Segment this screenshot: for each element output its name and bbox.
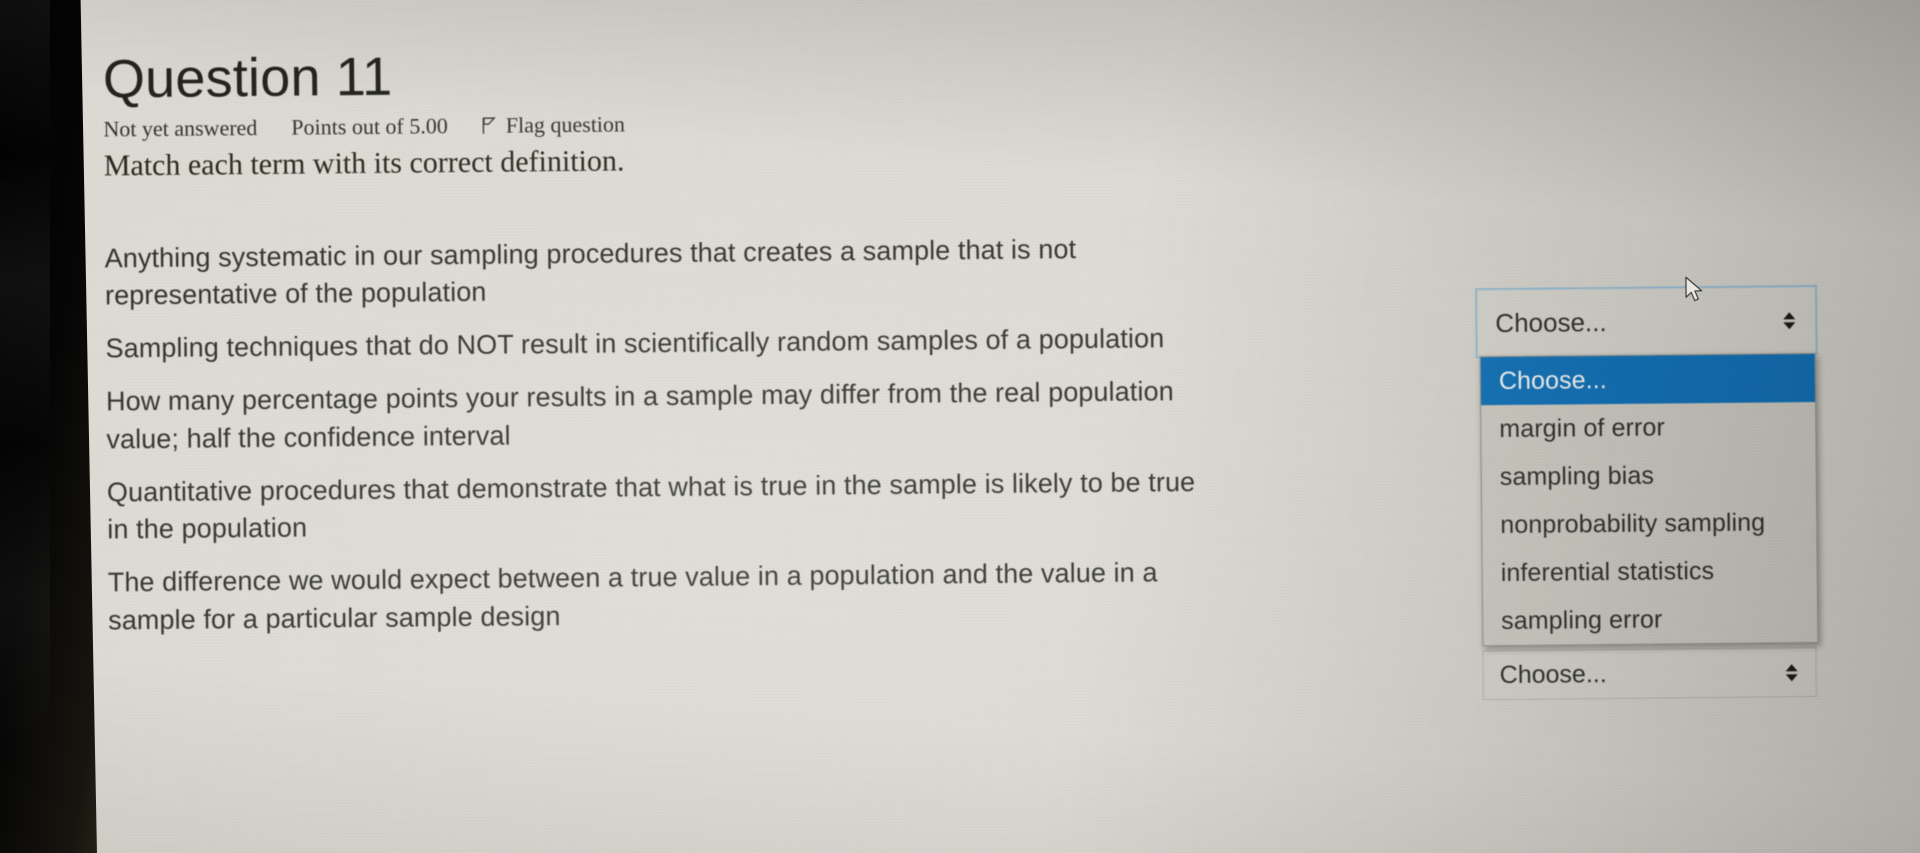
chevron-updown-icon	[1784, 663, 1800, 681]
chevron-updown-icon	[1781, 311, 1797, 329]
answer-select-dropdown-list[interactable]: Choose... margin of error sampling bias …	[1479, 353, 1819, 647]
dropdown-option-inferential-statistics[interactable]: inferential statistics	[1483, 546, 1817, 597]
photographed-screen-scene: Question 11 Not yet answered Points out …	[0, 0, 1920, 853]
definition-text: The difference we would expect between a…	[107, 557, 1158, 636]
points-text: Points out of 5.00	[291, 112, 448, 140]
answer-select-row-2-value: Choose...	[1499, 659, 1607, 689]
lms-page-surface: Question 11 Not yet answered Points out …	[44, 0, 1920, 853]
answer-select-row-2[interactable]: Choose...	[1482, 647, 1817, 701]
flag-icon	[482, 116, 498, 134]
flag-question-button[interactable]: Flag question	[482, 111, 625, 138]
definition-text: Quantitative procedures that demonstrate…	[106, 466, 1196, 545]
answer-select-row-2-wrapper: Choose...	[1482, 647, 1817, 701]
flag-question-label: Flag question	[505, 111, 626, 138]
dropdown-option-nonprobability-sampling[interactable]: nonprobability sampling	[1482, 498, 1816, 549]
definition-text: How many percentage points your results …	[105, 376, 1174, 455]
dropdown-option-sampling-bias[interactable]: sampling bias	[1482, 450, 1816, 501]
answer-select-row-1[interactable]: Choose...	[1475, 284, 1818, 359]
page-title: Question 11	[102, 46, 393, 110]
dropdown-option-sampling-error[interactable]: sampling error	[1483, 594, 1817, 645]
definition-text: Anything systematic in our sampling proc…	[104, 233, 1077, 311]
answer-select-cell	[1228, 223, 1864, 233]
answer-status: Not yet answered	[103, 114, 258, 142]
definition-text: Sampling techniques that do NOT result i…	[105, 323, 1165, 364]
dropdown-option-margin-of-error[interactable]: margin of error	[1481, 402, 1815, 453]
answer-select-row-1-value: Choose...	[1495, 306, 1607, 338]
dropdown-option-choose[interactable]: Choose...	[1480, 354, 1816, 406]
